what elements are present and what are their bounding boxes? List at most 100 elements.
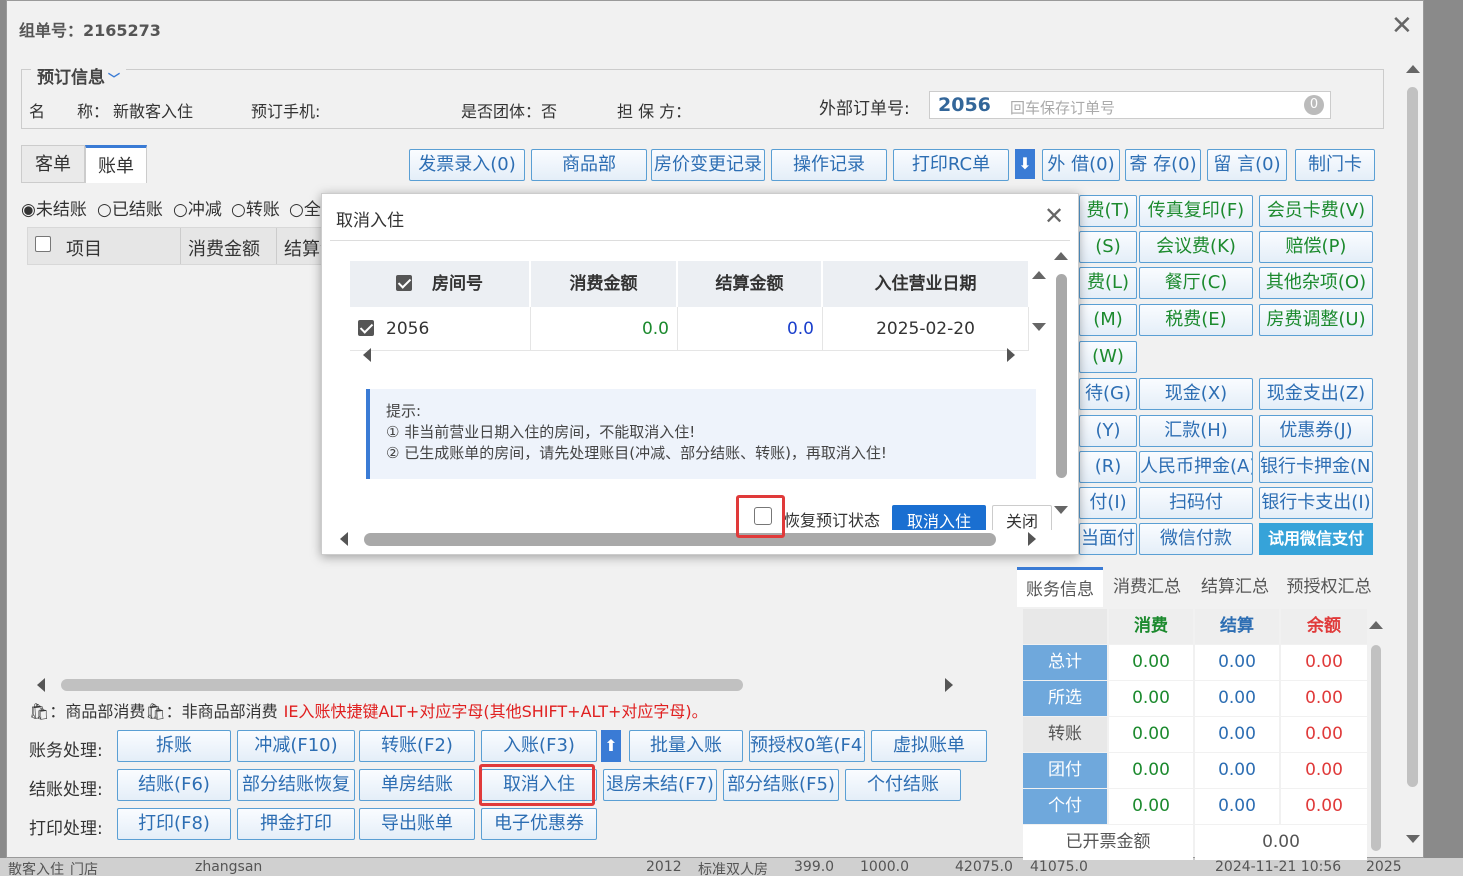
dialog-vscroll-thumb[interactable] bbox=[1056, 274, 1067, 478]
operation-log-button[interactable]: 操作记录 bbox=[771, 149, 887, 181]
post-button[interactable]: 入账(F3) bbox=[481, 730, 597, 762]
table-scroll-down-icon[interactable] bbox=[1032, 323, 1046, 331]
arrow-down-icon[interactable]: ⬇ bbox=[1015, 149, 1035, 179]
fee-t-button[interactable]: 费(T) bbox=[1079, 195, 1137, 227]
booking-legend[interactable]: 预订信息 ﹀ bbox=[31, 63, 127, 88]
checkout-button[interactable]: 结账(F6) bbox=[117, 769, 231, 801]
make-card-button[interactable]: 制门卡 bbox=[1295, 149, 1375, 181]
dialog-close-button[interactable]: 关闭 bbox=[992, 505, 1052, 530]
print-rc-button[interactable]: 打印RC单 bbox=[893, 149, 1009, 181]
tab-bill[interactable]: 账单 bbox=[85, 145, 147, 183]
dialog-vscroll[interactable] bbox=[1054, 250, 1068, 518]
pay-g-button[interactable]: 待(G) bbox=[1079, 378, 1137, 410]
remit-button[interactable]: 汇款(H) bbox=[1139, 415, 1253, 447]
fee-m-button[interactable]: (M) bbox=[1079, 304, 1137, 336]
table-scroll-up-icon[interactable] bbox=[1032, 271, 1046, 279]
preauth-button[interactable]: 预授权0笔(F4) bbox=[749, 730, 865, 762]
tab-preauth-summary[interactable]: 预授权汇总 bbox=[1279, 567, 1379, 607]
scroll-thumb[interactable] bbox=[1407, 87, 1418, 787]
bill-hscroll-thumb[interactable] bbox=[61, 679, 743, 691]
table-scroll-left-icon[interactable] bbox=[363, 348, 371, 362]
lend-button[interactable]: 外 借(0) bbox=[1042, 149, 1120, 181]
dialog-scroll-down-icon[interactable] bbox=[1054, 506, 1068, 514]
export-bill-button[interactable]: 导出账单 bbox=[359, 808, 475, 840]
fee-w-button[interactable]: (W) bbox=[1079, 341, 1137, 373]
bill-hscroll[interactable] bbox=[37, 675, 967, 695]
dialog-scroll-right-icon[interactable] bbox=[1028, 532, 1036, 546]
ext-order-input[interactable]: 2056 回车保存订单号 0 bbox=[929, 91, 1331, 119]
arrow-up-icon[interactable]: ⬆ bbox=[601, 730, 621, 762]
tab-consume-summary[interactable]: 消费汇总 bbox=[1103, 567, 1191, 607]
misc-button[interactable]: 其他杂项(O) bbox=[1259, 267, 1373, 299]
split-bill-button[interactable]: 拆账 bbox=[117, 730, 231, 762]
filter-offset-radio[interactable]: ○冲减 bbox=[173, 195, 222, 220]
pay-y-button[interactable]: (Y) bbox=[1079, 415, 1137, 447]
meeting-fee-button[interactable]: 会议费(K) bbox=[1139, 231, 1253, 263]
price-change-button[interactable]: 房价变更记录 bbox=[651, 149, 765, 181]
virtual-bill-button[interactable]: 虚拟账单 bbox=[871, 730, 987, 762]
table-scroll-right-icon[interactable] bbox=[1007, 348, 1015, 362]
tax-button[interactable]: 税费(E) bbox=[1139, 304, 1253, 336]
tab-finance-info[interactable]: 账务信息 bbox=[1017, 567, 1103, 607]
offset-button[interactable]: 冲减(F10) bbox=[237, 730, 355, 762]
scroll-right-icon[interactable] bbox=[945, 678, 953, 692]
face-pay-button[interactable]: 当面付 bbox=[1079, 523, 1137, 555]
deposit-button[interactable]: 寄 存(0) bbox=[1125, 149, 1201, 181]
window-scrollbar[interactable] bbox=[1405, 61, 1421, 847]
batch-post-button[interactable]: 批量入账 bbox=[629, 730, 743, 762]
scroll-up-icon[interactable] bbox=[1406, 65, 1420, 73]
dialog-hscroll[interactable] bbox=[336, 528, 1036, 550]
dialog-hscroll-thumb[interactable] bbox=[364, 533, 996, 546]
bankcard-deposit-button[interactable]: 银行卡押金(N) bbox=[1259, 451, 1373, 483]
dialog-scroll-up-icon[interactable] bbox=[1054, 252, 1068, 260]
individual-checkout-button[interactable]: 个付结账 bbox=[845, 769, 961, 801]
trial-wechat-pay-button[interactable]: 试用微信支付 bbox=[1259, 523, 1373, 555]
print-button[interactable]: 打印(F8) bbox=[117, 808, 231, 840]
transfer-button[interactable]: 转账(F2) bbox=[359, 730, 475, 762]
message-button[interactable]: 留 言(0) bbox=[1207, 149, 1287, 181]
room-adjust-button[interactable]: 房费调整(U) bbox=[1259, 304, 1373, 336]
wechat-pay-button[interactable]: 微信付款 bbox=[1139, 523, 1253, 555]
scroll-up-icon[interactable] bbox=[1369, 621, 1383, 629]
bankcard-out-button[interactable]: 银行卡支出(I) bbox=[1259, 487, 1373, 519]
chevron-down-icon[interactable]: ﹀ bbox=[108, 72, 120, 86]
dialog-close-icon[interactable]: ✕ bbox=[1044, 202, 1064, 230]
coupon-button[interactable]: 优惠券(J) bbox=[1259, 415, 1373, 447]
fee-s-button[interactable]: (S) bbox=[1079, 231, 1137, 263]
fee-l-button[interactable]: 费(L) bbox=[1079, 267, 1137, 299]
restaurant-button[interactable]: 餐厅(C) bbox=[1139, 267, 1253, 299]
filter-all-radio[interactable]: ○全 bbox=[289, 195, 321, 220]
single-room-checkout-button[interactable]: 单房结账 bbox=[359, 769, 475, 801]
pay-i-button[interactable]: 付(I) bbox=[1079, 487, 1137, 519]
dialog-scroll-left-icon[interactable] bbox=[340, 532, 348, 546]
filter-settled-radio[interactable]: ○已结账 bbox=[97, 195, 163, 220]
compensation-button[interactable]: 赔偿(P) bbox=[1259, 231, 1373, 263]
cash-button[interactable]: 现金(X) bbox=[1139, 378, 1253, 410]
finance-scrollbar[interactable] bbox=[1369, 611, 1383, 857]
filter-unsettled-radio[interactable]: ◉未结账 bbox=[21, 195, 87, 220]
filter-transfer-radio[interactable]: ○转账 bbox=[231, 195, 280, 220]
partial-restore-button[interactable]: 部分结账恢复 bbox=[237, 769, 355, 801]
cash-out-button[interactable]: 现金支出(Z) bbox=[1259, 378, 1373, 410]
tab-settle-summary[interactable]: 结算汇总 bbox=[1191, 567, 1279, 607]
partial-checkout-button[interactable]: 部分结账(F5) bbox=[723, 769, 839, 801]
fax-copy-button[interactable]: 传真复印(F) bbox=[1139, 195, 1253, 227]
e-coupon-button[interactable]: 电子优惠券 bbox=[481, 808, 597, 840]
confirm-cancel-button[interactable]: 取消入住 bbox=[892, 505, 986, 530]
goods-dept-button[interactable]: 商品部 bbox=[531, 149, 647, 181]
finance-scroll-thumb[interactable] bbox=[1371, 645, 1381, 851]
select-all-checkbox[interactable] bbox=[35, 236, 51, 252]
pay-r-button[interactable]: (R) bbox=[1079, 451, 1137, 483]
scroll-down-icon[interactable] bbox=[1406, 835, 1420, 843]
deposit-print-button[interactable]: 押金打印 bbox=[237, 808, 355, 840]
member-card-fee-button[interactable]: 会员卡费(V) bbox=[1259, 195, 1373, 227]
select-all-rooms-checkbox[interactable] bbox=[396, 275, 412, 291]
scan-pay-button[interactable]: 扫码付 bbox=[1139, 487, 1253, 519]
invoice-entry-button[interactable]: 发票录入(0) bbox=[409, 149, 525, 181]
rmb-deposit-button[interactable]: 人民币押金(A) bbox=[1139, 451, 1253, 483]
close-icon[interactable]: ✕ bbox=[1391, 13, 1413, 39]
scroll-left-icon[interactable] bbox=[37, 678, 45, 692]
checkout-unsettled-button[interactable]: 退房未结(F7) bbox=[603, 769, 717, 801]
tab-guest[interactable]: 客单 bbox=[21, 145, 85, 183]
room-row-checkbox[interactable] bbox=[358, 320, 374, 336]
